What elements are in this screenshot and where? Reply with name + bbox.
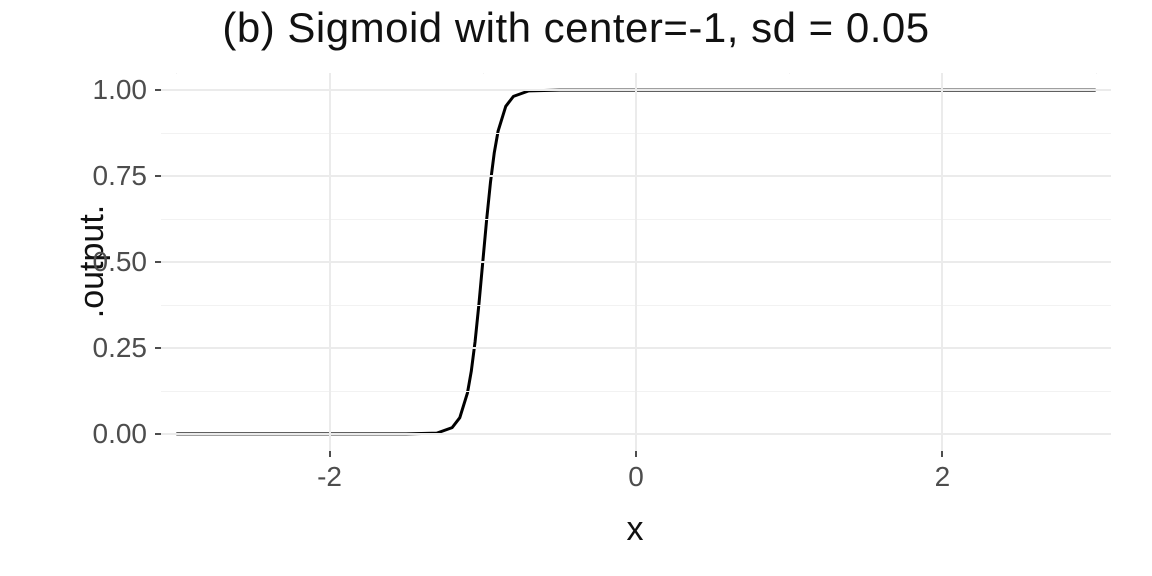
gridline-v bbox=[941, 73, 943, 451]
y-tick-label: 0.75 bbox=[93, 160, 162, 192]
gridline-v-minor bbox=[483, 73, 484, 74]
gridline-v-minor bbox=[789, 73, 790, 74]
chart-title: (b) Sigmoid with center=-1, sd = 0.05 bbox=[0, 4, 1152, 52]
x-tick-label: 0 bbox=[628, 451, 644, 493]
y-tick-label: 0.00 bbox=[93, 418, 162, 450]
gridline-v bbox=[329, 73, 331, 451]
gridline-v-minor bbox=[1096, 73, 1097, 74]
y-tick-label: 0.25 bbox=[93, 332, 162, 364]
gridline-v-minor bbox=[176, 73, 177, 74]
plot-area: 0.000.250.500.751.00-202 bbox=[160, 72, 1112, 452]
x-axis-label: x bbox=[160, 510, 1110, 549]
y-tick-label: 1.00 bbox=[93, 74, 162, 106]
gridline-v bbox=[635, 73, 637, 451]
y-tick-label: 0.50 bbox=[93, 246, 162, 278]
chart-container: (b) Sigmoid with center=-1, sd = 0.05 .o… bbox=[0, 0, 1152, 576]
x-tick-label: -2 bbox=[317, 451, 342, 493]
x-tick-label: 2 bbox=[935, 451, 951, 493]
